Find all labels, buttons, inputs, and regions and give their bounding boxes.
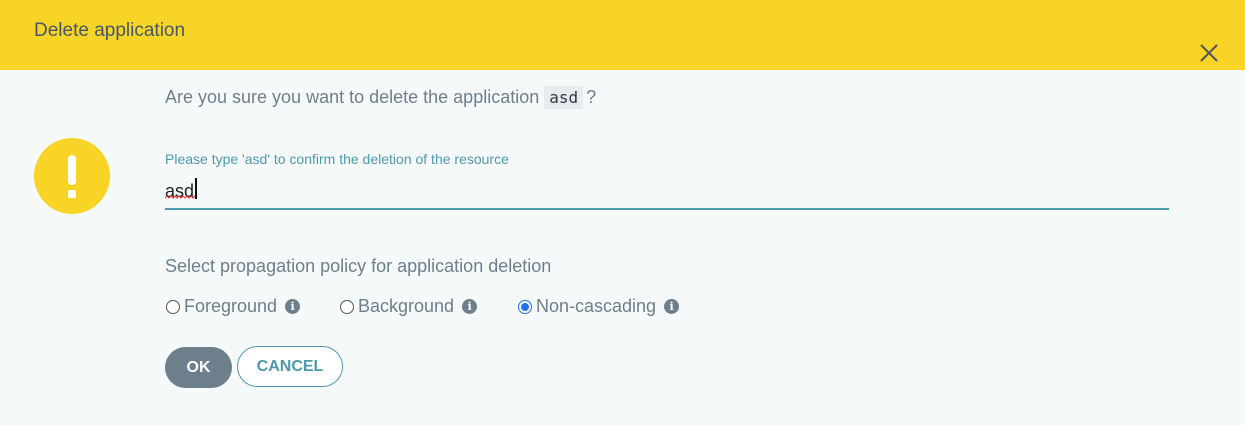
foreground-label[interactable]: Foreground: [184, 296, 277, 317]
dialog-title: Delete application: [34, 20, 186, 41]
exclamation-icon: [34, 138, 110, 214]
text-caret: [195, 178, 197, 199]
delete-application-dialog: Delete application Are you sure you want…: [0, 0, 1245, 425]
non-cascading-radio[interactable]: [518, 299, 532, 314]
info-icon[interactable]: i: [462, 299, 478, 314]
cancel-button[interactable]: CANCEL: [237, 346, 343, 387]
foreground-radio[interactable]: [166, 299, 180, 314]
background-radio[interactable]: [340, 299, 354, 314]
question-text: Are you sure you want to delete the appl…: [165, 87, 540, 107]
info-icon[interactable]: i: [664, 299, 680, 314]
non-cascading-label[interactable]: Non-cascading: [536, 296, 656, 317]
confirm-name-input[interactable]: [165, 174, 1169, 210]
propagation-policy-title: Select propagation policy for applicatio…: [165, 256, 552, 276]
application-name: asd: [544, 86, 584, 109]
confirm-field-label: Please type 'asd' to confirm the deletio…: [165, 151, 509, 167]
background-label[interactable]: Background: [358, 296, 454, 317]
info-icon[interactable]: i: [285, 299, 301, 314]
close-icon[interactable]: [1196, 40, 1222, 66]
ok-button[interactable]: OK: [165, 347, 232, 388]
radio-background[interactable]: Background i: [340, 296, 478, 317]
dialog-header: Delete application: [0, 0, 1245, 70]
confirm-question: Are you sure you want to delete the appl…: [165, 86, 596, 109]
radio-non-cascading[interactable]: Non-cascading i: [518, 296, 680, 317]
radio-foreground[interactable]: Foreground i: [166, 296, 301, 317]
question-mark: ?: [586, 87, 597, 107]
